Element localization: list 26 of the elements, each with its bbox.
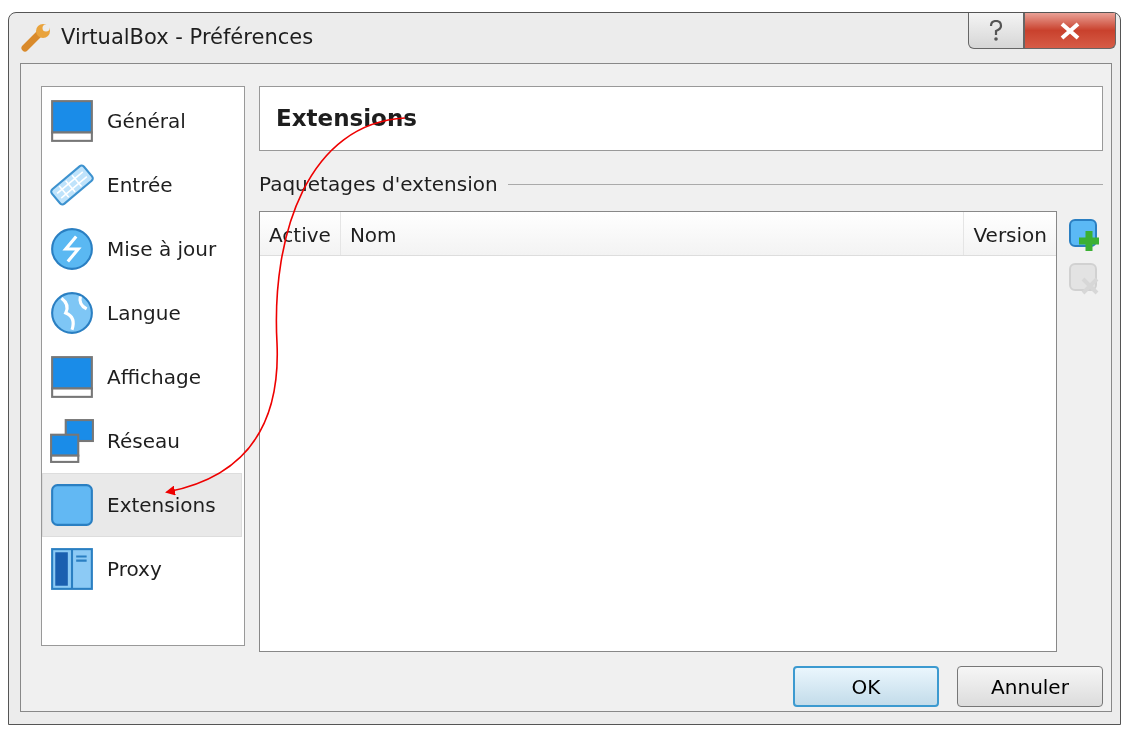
cancel-button[interactable]: Annuler — [957, 666, 1103, 707]
globe-icon — [49, 290, 95, 336]
close-icon — [1059, 21, 1081, 40]
monitor-icon — [49, 354, 95, 400]
window-title: VirtualBox - Préférences — [61, 24, 314, 52]
help-icon — [988, 19, 1004, 42]
help-button[interactable] — [968, 13, 1024, 49]
sidebar-item[interactable]: Extensions — [42, 473, 242, 537]
column-header[interactable]: Nom — [340, 212, 965, 255]
page-title: Extensions — [259, 86, 1103, 151]
update-icon — [49, 226, 95, 272]
sidebar-item[interactable]: Affichage — [42, 345, 242, 409]
sidebar-item[interactable]: Proxy — [42, 537, 242, 601]
sidebar-item[interactable]: Mise à jour — [42, 217, 242, 281]
monitor-icon — [49, 98, 95, 144]
close-button[interactable] — [1024, 13, 1116, 49]
ok-button[interactable]: OK — [793, 666, 939, 707]
sidebar-item[interactable]: Langue — [42, 281, 242, 345]
column-header[interactable]: Version — [964, 212, 1056, 255]
sidebar-item[interactable]: Entrée — [42, 153, 242, 217]
sidebar-item[interactable]: Réseau — [42, 409, 242, 473]
sidebar-item[interactable]: Général — [42, 89, 242, 153]
square-icon — [49, 482, 95, 528]
panel-icon — [49, 546, 95, 592]
monitors-icon — [49, 418, 95, 464]
wrench-icon — [21, 22, 53, 54]
